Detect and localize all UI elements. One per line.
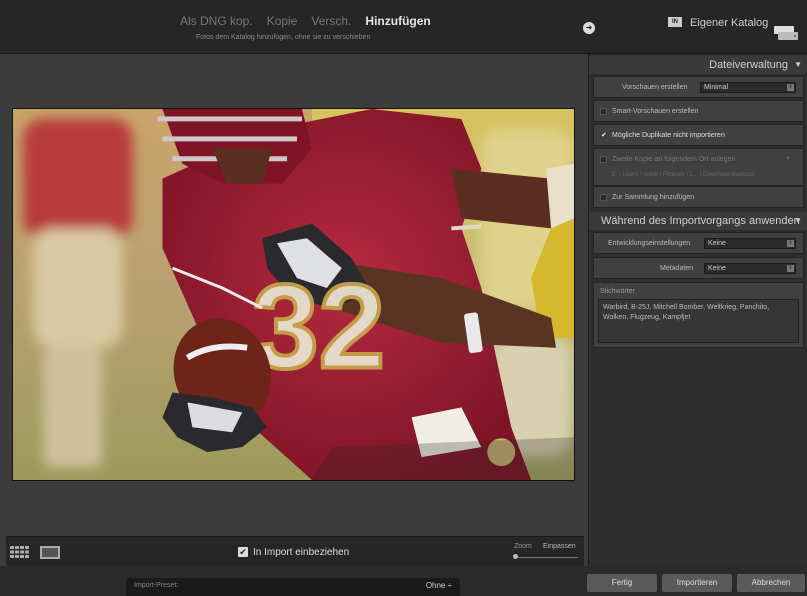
import-header: Als DNG kop. Kopie Versch. Hinzufügen Fo… [0, 0, 807, 54]
done-button[interactable]: Fertig [587, 574, 657, 592]
photo-viewer: 32 [6, 56, 584, 536]
develop-settings-label: Entwicklungseinstellungen [608, 240, 691, 247]
file-handling-header[interactable]: Dateiverwaltung ▼ [589, 56, 807, 74]
collapse-triangle-icon: ▼ [794, 216, 802, 225]
select-arrow-icon: ⇕ [787, 84, 794, 91]
import-mode-tabs: Als DNG kop. Kopie Versch. Hinzufügen [180, 14, 431, 28]
metadata-select[interactable]: Keine ⇕ [704, 263, 796, 274]
mode-add[interactable]: Hinzufügen [365, 14, 430, 28]
zoom-label: Zoom [514, 543, 532, 550]
mode-dng-copy[interactable]: Als DNG kop. [180, 14, 253, 28]
import-footer: Import-Preset: Ohne ÷ Fertig Importieren… [0, 566, 807, 596]
hard-drive-icon [774, 26, 798, 40]
metadata-label: Metadaten [660, 265, 694, 272]
grid-view-icon[interactable] [10, 546, 30, 558]
develop-settings-row: Entwicklungseinstellungen Keine ⇕ [593, 232, 804, 254]
previews-label: Vorschauen erstellen [622, 84, 688, 91]
keywords-input[interactable]: Warbird, B-25J, Mitchell Bomber, Weltkri… [598, 299, 799, 343]
bottom-toolbar: ✔ In Import einbeziehen Zoom Einpassen [6, 536, 584, 566]
arrow-right-icon: ➜ [583, 22, 595, 34]
smart-previews-checkbox[interactable] [600, 108, 607, 115]
chevron-down-icon: ▼ [785, 156, 791, 162]
second-copy-label: Zweite Kopie an folgendem Ort anlegen [612, 156, 736, 163]
cancel-button[interactable]: Abbrechen [737, 574, 805, 592]
photo-preview[interactable]: 32 [12, 108, 575, 481]
right-panel: Dateiverwaltung ▼ Vorschauen erstellen M… [588, 54, 807, 566]
develop-settings-select[interactable]: Keine ⇕ [704, 238, 796, 249]
duplicates-label: Mögliche Duplikate nicht importieren [612, 132, 725, 139]
mode-move[interactable]: Versch. [311, 14, 351, 28]
duplicates-row: ✔ Mögliche Duplikate nicht importieren [593, 124, 804, 146]
include-in-import-label: In Import einbeziehen [253, 547, 350, 558]
keywords-row: Stichwörter Warbird, B-25J, Mitchell Bom… [593, 282, 804, 348]
smart-previews-label: Smart-Vorschauen erstellen [612, 108, 699, 115]
metadata-row: Metadaten Keine ⇕ [593, 257, 804, 279]
collection-label: Zur Sammlung hinzufügen [612, 194, 695, 201]
previews-select[interactable]: Minimal ⇕ [700, 82, 796, 93]
import-button[interactable]: Importieren [662, 574, 732, 592]
keywords-label: Stichwörter [600, 288, 636, 295]
collection-row: Zur Sammlung hinzufügen [593, 186, 804, 208]
mode-subtitle: Fotos dem Katalog hinzufügen, ohne sie z… [196, 34, 371, 41]
import-preset-label: Import-Preset: [134, 582, 179, 589]
duplicates-checkbox[interactable]: ✔ [600, 132, 607, 139]
file-handling-title: Dateiverwaltung [709, 59, 788, 71]
apply-during-import-header[interactable]: Während des Importvorgangs anwenden ▼ [589, 212, 807, 230]
loupe-view-icon[interactable] [40, 546, 60, 559]
second-copy-checkbox[interactable] [600, 156, 607, 163]
collapse-triangle-icon: ▼ [794, 60, 802, 69]
destination-label[interactable]: Eigener Katalog [690, 17, 768, 29]
mode-copy[interactable]: Kopie [267, 14, 298, 28]
destination-badge: IN [668, 17, 682, 27]
select-arrow-icon: ⇕ [787, 240, 794, 247]
collection-checkbox[interactable] [600, 194, 607, 201]
import-preset-bar[interactable]: Import-Preset: Ohne ÷ [126, 578, 460, 596]
second-copy-path: E: \ Users \ nolde \ Pictures \ L... \ D… [612, 172, 755, 178]
smart-previews-row: Smart-Vorschauen erstellen [593, 100, 804, 122]
import-preset-select[interactable]: Ohne ÷ [426, 581, 452, 590]
select-arrow-icon: ⇕ [787, 265, 794, 272]
second-copy-row: Zweite Kopie an folgendem Ort anlegen ▼ … [593, 148, 804, 186]
zoom-slider-thumb[interactable] [513, 554, 518, 559]
apply-during-import-title: Während des Importvorgangs anwenden [601, 215, 800, 227]
zoom-slider-track[interactable] [514, 557, 578, 558]
include-in-import-checkbox[interactable]: ✔ [238, 547, 248, 557]
fit-label[interactable]: Einpassen [543, 543, 576, 550]
svg-text:32: 32 [252, 261, 385, 394]
import-window: Als DNG kop. Kopie Versch. Hinzufügen Fo… [0, 0, 807, 596]
previews-row: Vorschauen erstellen Minimal ⇕ [593, 76, 804, 98]
